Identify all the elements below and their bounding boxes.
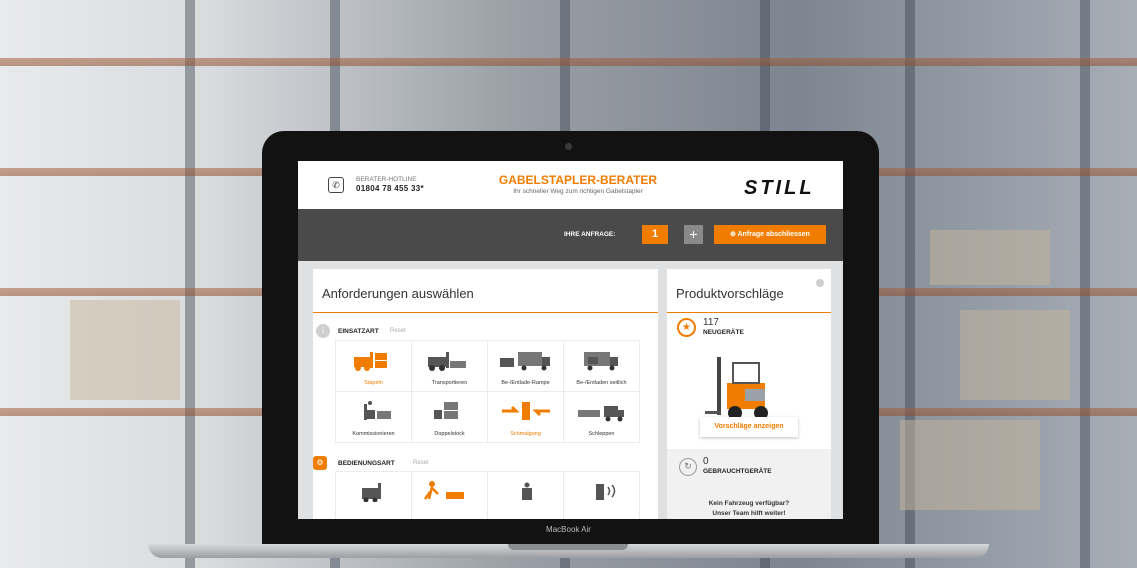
order-picker-icon bbox=[363, 401, 391, 420]
tile-fernbedienung[interactable] bbox=[564, 472, 639, 519]
requirements-panel: Anforderungen auswählen i EINSATZART Res… bbox=[313, 269, 658, 519]
tile-transportieren[interactable]: Transportieren bbox=[412, 341, 487, 391]
new-count: 117 bbox=[703, 317, 719, 328]
empty-message-1: Kein Fahrzeug verfügbar? bbox=[708, 500, 790, 507]
request-count[interactable]: 1 bbox=[642, 225, 668, 244]
truck-ramp-icon bbox=[499, 352, 550, 371]
tile-rampe[interactable]: Be-/Entlade-Rampe bbox=[488, 341, 563, 391]
section-einsatzart: EINSATZART bbox=[338, 328, 379, 335]
hotline-label: BERATER-HOTLINE bbox=[356, 176, 417, 183]
hotline-number[interactable]: 01804 78 455 33* bbox=[356, 184, 424, 193]
tile-label: Be-/Entlade-Rampe bbox=[501, 380, 550, 386]
tile-mitgaenger[interactable] bbox=[412, 472, 487, 519]
suggestions-panel: Produktvorschläge ★ 117 NEUGERÄTE Vorsch… bbox=[667, 269, 831, 519]
laptop-base bbox=[148, 544, 989, 558]
info-icon: i bbox=[316, 324, 330, 338]
laptop: ✆ BERATER-HOTLINE 01804 78 455 33* GABEL… bbox=[262, 131, 879, 549]
tile-label: Be-/Entladen seitlich bbox=[576, 380, 627, 386]
narrow-aisle-icon bbox=[501, 402, 550, 420]
truck-side-icon bbox=[583, 352, 618, 371]
new-label: NEUGERÄTE bbox=[703, 329, 744, 336]
tile-label: Doppelstock bbox=[434, 431, 465, 437]
tile-label: Stapeln bbox=[364, 380, 383, 386]
request-label: IHRE ANFRAGE: bbox=[564, 231, 616, 238]
used-label: GEBRAUCHTGERÄTE bbox=[703, 468, 772, 475]
tile-schmalgang[interactable]: Schmalgang bbox=[488, 392, 563, 442]
refresh-icon: ↻ bbox=[679, 458, 697, 476]
double-stack-icon bbox=[433, 402, 458, 419]
remote-control-icon bbox=[595, 484, 615, 500]
pedestrian-truck-icon bbox=[423, 481, 464, 500]
tile-label: Kommissionieren bbox=[352, 431, 395, 437]
device-label: MacBook Air bbox=[546, 525, 591, 534]
standing-operator-icon bbox=[521, 482, 532, 500]
phone-icon: ✆ bbox=[328, 177, 344, 193]
reset-bedienungsart[interactable]: Reset bbox=[413, 460, 429, 466]
show-suggestions-button[interactable]: Vorschläge anzeigen bbox=[700, 417, 798, 437]
used-count: 0 bbox=[703, 456, 709, 467]
screen: ✆ BERATER-HOTLINE 01804 78 455 33* GABEL… bbox=[298, 161, 843, 519]
add-request-button[interactable]: + bbox=[684, 225, 703, 244]
forklift-stacking-icon bbox=[353, 352, 387, 371]
tile-fahrerstand[interactable] bbox=[488, 472, 563, 519]
tow-tractor-icon bbox=[577, 406, 624, 422]
empty-message-2: Unser Team hilft weiter! bbox=[712, 510, 786, 517]
tile-kommissionieren[interactable]: Kommissionieren bbox=[336, 392, 411, 442]
app-title: GABELSTAPLER-BERATER bbox=[498, 173, 658, 187]
section-bedienungsart: BEDIENUNGSART bbox=[338, 460, 395, 467]
request-toolbar: IHRE ANFRAGE: 1 + ⊕ Anfrage abschliessen bbox=[298, 209, 843, 261]
settings-icon: ⚙ bbox=[313, 456, 327, 470]
close-icon[interactable] bbox=[816, 279, 824, 287]
tile-stapeln[interactable]: Stapeln bbox=[336, 341, 411, 391]
tile-schleppen[interactable]: Schleppen bbox=[564, 392, 639, 442]
divider bbox=[313, 312, 658, 313]
tile-doppelstock[interactable]: Doppelstock bbox=[412, 392, 487, 442]
star-icon: ★ bbox=[677, 318, 696, 337]
still-logo[interactable]: STILL bbox=[744, 177, 815, 200]
tile-label: Schleppen bbox=[588, 431, 615, 437]
panel-title: Anforderungen auswählen bbox=[322, 286, 474, 301]
tile-fahrersitz[interactable] bbox=[336, 472, 411, 519]
divider bbox=[667, 312, 831, 313]
tile-label: Transportieren bbox=[431, 380, 468, 386]
app-subtitle: Ihr schneller Weg zum richtigen Gabelsta… bbox=[513, 188, 643, 195]
seated-forklift-icon bbox=[361, 483, 381, 502]
reset-einsatzart[interactable]: Reset bbox=[390, 328, 406, 334]
base-notch bbox=[508, 544, 628, 550]
tile-seitlich[interactable]: Be-/Entladen seitlich bbox=[564, 341, 639, 391]
tile-label: Schmalgang bbox=[510, 431, 541, 437]
main-content: Anforderungen auswählen i EINSATZART Res… bbox=[298, 261, 843, 519]
app-header: ✆ BERATER-HOTLINE 01804 78 455 33* GABEL… bbox=[298, 161, 843, 209]
forklift-transport-icon bbox=[427, 352, 466, 371]
camera-icon bbox=[565, 143, 572, 150]
finish-request-button[interactable]: ⊕ Anfrage abschliessen bbox=[714, 225, 826, 244]
suggestions-title: Produktvorschläge bbox=[676, 286, 784, 301]
